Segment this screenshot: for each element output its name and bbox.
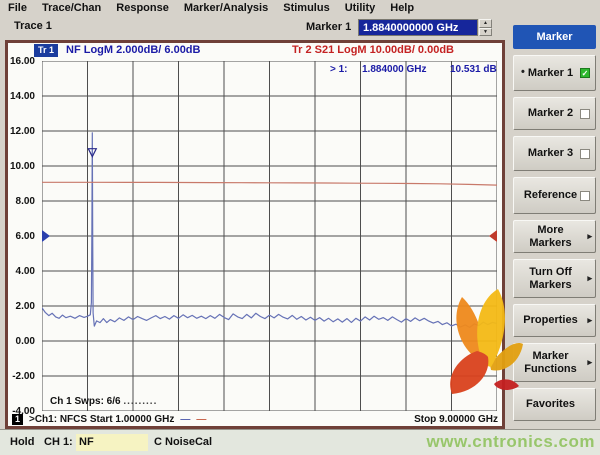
sweep-hold-status: Hold: [10, 436, 34, 448]
measurement-plot: [42, 61, 497, 411]
channel-stop-label: Stop 9.00000 GHz: [414, 414, 498, 425]
submenu-arrow-icon: ▸: [587, 357, 592, 367]
spinner-up-icon[interactable]: ▲: [479, 19, 492, 28]
y-tick-label: 16.00: [1, 56, 35, 67]
y-tick-label: 2.00: [1, 301, 35, 312]
trace2-format-label[interactable]: Tr 2 S21 LogM 10.00dB/ 0.00dB: [292, 44, 454, 56]
softkey-menu-title[interactable]: Marker: [513, 25, 596, 49]
y-tick-label: 6.00: [1, 231, 35, 242]
menu-trace-chan[interactable]: Trace/Chan: [42, 2, 101, 14]
marker-readout-prefix: > 1:: [330, 64, 348, 75]
y-tick-label: 4.00: [1, 266, 35, 277]
y-tick-label: -2.00: [1, 371, 35, 382]
submenu-arrow-icon: ▸: [587, 231, 592, 241]
trace2-legend-dash: —: [196, 414, 206, 425]
menu-marker-analysis[interactable]: Marker/Analysis: [184, 2, 268, 14]
instrument-screen: Tr 1 NF LogM 2.000dB/ 6.00dB Tr 2 S21 Lo…: [5, 40, 505, 429]
sweep-status: Ch 1 Swps: 6/6 .........: [50, 396, 157, 407]
softkey-marker-functions[interactable]: Marker Functions ▸: [513, 343, 596, 382]
measurement-type-status: NF: [76, 434, 148, 451]
active-marker-bullet: •: [521, 66, 525, 79]
softkey-properties[interactable]: Properties ▸: [513, 304, 596, 337]
softkey-marker-3[interactable]: Marker 3: [513, 136, 596, 171]
cntronics-flame-logo: [444, 287, 524, 399]
sweep-progress-dots: .........: [123, 396, 157, 407]
marker-3-checkbox[interactable]: [580, 149, 590, 159]
marker-entry-label: Marker 1: [306, 21, 351, 33]
frequency-spinner: ▲ ▼: [479, 19, 492, 36]
y-tick-label: 8.00: [1, 196, 35, 207]
marker-readout-value: 10.531 dB: [450, 64, 497, 75]
trace1-legend-dash: —: [180, 414, 190, 425]
y-tick-label: 14.00: [1, 91, 35, 102]
channel-status-label: CH 1:: [44, 436, 73, 448]
trace-header: Tr 1 NF LogM 2.000dB/ 6.00dB Tr 2 S21 Lo…: [8, 43, 502, 59]
marker-frequency-input[interactable]: [358, 19, 478, 36]
channel-start-label: >Ch1: NFCS Start 1.00000 GHz: [29, 414, 174, 425]
y-tick-label: 0.00: [1, 336, 35, 347]
softkey-favorites[interactable]: Favorites: [513, 388, 596, 421]
softkey-marker-2[interactable]: Marker 2: [513, 97, 596, 130]
site-watermark: www.cntronics.com: [427, 432, 595, 452]
calibration-status: C NoiseCal: [154, 436, 212, 448]
menu-utility[interactable]: Utility: [345, 2, 376, 14]
submenu-arrow-icon: ▸: [587, 273, 592, 283]
y-tick-label: 12.00: [1, 126, 35, 137]
marker-2-checkbox[interactable]: [580, 109, 590, 119]
marker-1-checkbox[interactable]: ✓: [580, 68, 590, 78]
channel-number-badge: 1: [12, 414, 23, 425]
y-tick-label: 10.00: [1, 161, 35, 172]
menu-help[interactable]: Help: [390, 2, 414, 14]
softkey-more-markers[interactable]: More Markers ▸: [513, 220, 596, 253]
reference-checkbox[interactable]: [580, 191, 590, 201]
softkey-reference[interactable]: Reference: [513, 177, 596, 214]
channel-footer: 1 >Ch1: NFCS Start 1.00000 GHz — — Stop …: [8, 412, 502, 427]
menu-bar: File Trace/Chan Response Marker/Analysis…: [0, 0, 600, 15]
spinner-down-icon[interactable]: ▼: [479, 28, 492, 37]
trace1-format-label[interactable]: NF LogM 2.000dB/ 6.00dB: [66, 44, 200, 56]
trace1-badge[interactable]: Tr 1: [34, 44, 58, 57]
menu-response[interactable]: Response: [116, 2, 169, 14]
marker-readout-frequency: 1.884000 GHz: [362, 64, 427, 75]
menu-file[interactable]: File: [8, 2, 27, 14]
trace-title: Trace 1: [14, 20, 52, 32]
softkey-marker-1[interactable]: • Marker 1 ✓: [513, 55, 596, 91]
menu-stimulus[interactable]: Stimulus: [283, 2, 329, 14]
y-axis-labels: 16.00 14.00 12.00 10.00 8.00 6.00 4.00 2…: [8, 61, 37, 421]
softkey-turn-off-markers[interactable]: Turn Off Markers ▸: [513, 259, 596, 298]
submenu-arrow-icon: ▸: [587, 315, 592, 325]
